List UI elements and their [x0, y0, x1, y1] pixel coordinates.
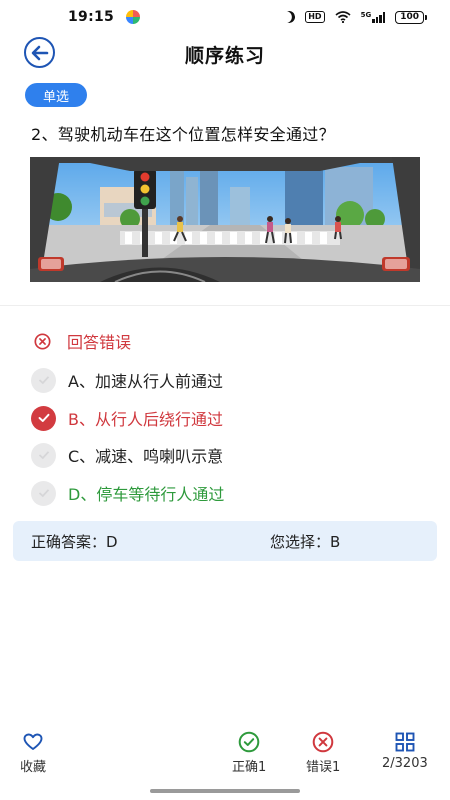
wrong-count-button[interactable]: 错误1 — [306, 731, 340, 775]
battery-indicator: 100 — [395, 10, 427, 24]
wrong-count-label: 错误1 — [306, 760, 341, 775]
status-icons: HD 5G 100 — [282, 9, 427, 24]
answer-summary: 正确答案：D 您选择：B — [13, 521, 437, 561]
x-circle-icon — [312, 731, 334, 753]
option-check-icon — [31, 480, 56, 506]
hd-icon: HD — [305, 11, 325, 23]
answer-result: 回答错误 — [34, 329, 131, 353]
question-index-label: 2/3203 — [382, 756, 428, 771]
question-illustration — [30, 157, 420, 282]
option-check-icon — [31, 442, 56, 468]
correct-count-label: 正确1 — [232, 760, 267, 775]
do-not-disturb-icon — [282, 9, 297, 24]
option-label: D、停车等待行人通过 — [68, 485, 225, 504]
option-label: B、从行人后绕行通过 — [68, 410, 223, 429]
cellular-signal-icon: 5G — [360, 10, 386, 23]
divider — [0, 305, 450, 306]
status-bar: 19:15 HD 5G 100 — [0, 0, 450, 34]
correct-answer-label: 正确答案：D — [31, 532, 118, 551]
chosen-answer-label: 您选择：B — [270, 532, 341, 551]
arrow-left-icon — [31, 45, 48, 60]
grid-icon — [394, 731, 416, 753]
check-circle-icon — [238, 731, 260, 753]
app-notification-icon — [126, 10, 141, 24]
favorite-button[interactable]: 收藏 — [20, 731, 46, 775]
heart-icon — [22, 731, 44, 753]
correct-count-button[interactable]: 正确1 — [232, 731, 266, 775]
signal-label: 5G — [360, 10, 372, 19]
option-selected-check-icon — [31, 405, 56, 431]
home-indicator[interactable] — [150, 789, 300, 793]
x-circle-icon — [34, 332, 51, 350]
option-label: A、加速从行人前通过 — [68, 372, 223, 391]
back-button[interactable] — [24, 37, 55, 68]
question-index-button[interactable]: 2/3203 — [382, 731, 428, 771]
option-d[interactable]: D、停车等待行人通过 — [31, 479, 224, 507]
status-time: 19:15 — [68, 9, 115, 25]
bottom-toolbar: 收藏 正确1 错误1 2/3203 — [0, 725, 450, 777]
wifi-icon — [335, 11, 351, 23]
option-b[interactable]: B、从行人后绕行通过 — [31, 404, 223, 432]
option-check-icon — [31, 367, 56, 393]
result-text: 回答错误 — [67, 333, 132, 352]
page-title: 顺序练习 — [184, 44, 265, 67]
header: 顺序练习 — [0, 34, 450, 74]
option-a[interactable]: A、加速从行人前通过 — [31, 366, 223, 394]
question-text: 2、驾驶机动车在这个位置怎样安全通过？ — [31, 125, 335, 144]
option-label: C、减速、鸣喇叭示意 — [68, 447, 224, 466]
favorite-label: 收藏 — [20, 760, 47, 775]
question-type-badge: 单选 — [25, 83, 87, 107]
option-c[interactable]: C、减速、鸣喇叭示意 — [31, 441, 223, 469]
